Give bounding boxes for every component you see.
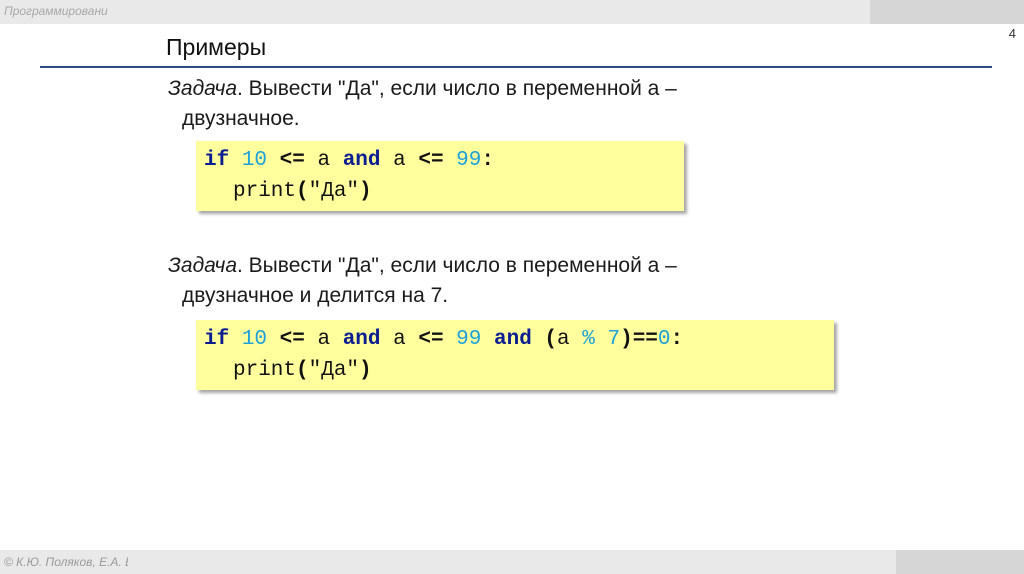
code-token: a xyxy=(557,328,570,351)
task-1-text: . Вывести "Да", если число в переменной … xyxy=(237,77,677,100)
code-token: 99 xyxy=(456,328,482,351)
code-1-line-2: print("Да") xyxy=(204,176,674,207)
top-bar: Программировани xyxy=(0,0,1024,24)
top-bar-left: Программировани xyxy=(0,0,870,24)
code-token: ) xyxy=(620,328,633,351)
code-token: 0 xyxy=(657,328,671,351)
code-token: 99 xyxy=(456,149,482,172)
code-token: 7 xyxy=(607,328,621,351)
code-token: == xyxy=(632,328,658,351)
code-token: a xyxy=(393,328,406,351)
code-token: a xyxy=(317,328,331,351)
code-token: a xyxy=(317,149,331,172)
code-token: and xyxy=(342,149,381,172)
code-token: <= xyxy=(279,328,305,351)
code-2-line-2: print("Да") xyxy=(204,355,824,386)
code-token: "Да" xyxy=(308,180,360,203)
code-block-1: if 10 <= a and a <= 99: print("Да") xyxy=(196,141,684,211)
code-token: ( xyxy=(296,359,309,382)
code-token: <= xyxy=(418,149,444,172)
code-token: <= xyxy=(418,328,444,351)
task-2-label: Задача xyxy=(168,254,237,277)
code-token: <= xyxy=(279,149,305,172)
task-2-text: . Вывести "Да", если число в переменной … xyxy=(237,254,677,277)
task-1-continuation: двузначное. xyxy=(182,107,300,130)
code-token: ( xyxy=(544,328,558,351)
course-title: Программировани xyxy=(4,4,108,18)
task-2: Задача. Вывести "Да", если число в перем… xyxy=(168,251,868,311)
top-bar-right xyxy=(870,0,1024,24)
code-token: print xyxy=(233,359,297,382)
task-1-label: Задача xyxy=(168,77,237,100)
code-token: a xyxy=(393,149,406,172)
code-token: : xyxy=(481,149,494,172)
code-token: 10 xyxy=(241,328,268,351)
bottom-bar-right xyxy=(896,550,1024,574)
code-token: : xyxy=(670,328,684,351)
code-token: and xyxy=(494,328,532,351)
slide-number: 4 xyxy=(1008,26,1016,41)
code-token: 10 xyxy=(241,149,268,172)
code-block-2: if 10 <= a and a <= 99 and (a % 7)==0: pr… xyxy=(196,320,834,390)
bottom-bar-left: © К.Ю. Поляков, Е.А. Ерёмин xyxy=(0,550,896,574)
slide-title: Примеры xyxy=(166,34,267,60)
code-token: ) xyxy=(359,359,372,382)
task-1: Задача. Вывести "Да", если число в перем… xyxy=(168,74,868,134)
code-token: print xyxy=(233,180,297,203)
code-token: ( xyxy=(296,180,309,203)
task-2-continuation: двузначное и делится на 7. xyxy=(182,284,449,307)
code-token: if xyxy=(204,328,230,351)
code-token: and xyxy=(342,328,381,351)
code-token: if xyxy=(204,149,230,172)
bottom-bar: © К.Ю. Поляков, Е.А. Ерёмин xyxy=(0,550,1024,574)
footer-author: © К.Ю. Поляков, Е.А. Ерёмин xyxy=(4,555,128,569)
title-divider xyxy=(40,66,992,68)
code-token: "Да" xyxy=(308,359,360,382)
code-1-line-1: if 10 <= a and a <= 99: xyxy=(204,145,674,176)
code-token: ) xyxy=(359,180,372,203)
code-2-line-1: if 10 <= a and a <= 99 and (a % 7)==0: xyxy=(204,324,824,355)
code-token: % xyxy=(582,328,595,351)
